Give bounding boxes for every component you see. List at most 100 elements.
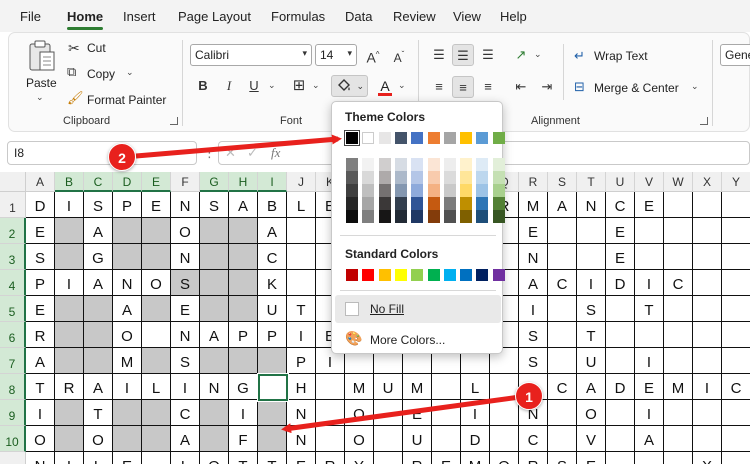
cell-x8[interactable]: I [693, 374, 722, 400]
cell-a4[interactable]: P [26, 270, 55, 296]
theme-shade-swatch[interactable] [411, 171, 424, 184]
row-header-6[interactable]: 6 [0, 322, 26, 348]
cell-i2[interactable]: A [258, 218, 287, 244]
cell-f2[interactable]: O [171, 218, 200, 244]
cell-v9[interactable]: I [635, 400, 664, 426]
cell-x10[interactable] [693, 426, 722, 452]
align-bottom-icon[interactable]: ☰ [477, 44, 499, 66]
cell-d3[interactable] [113, 244, 142, 270]
cell-f11[interactable]: L [171, 452, 200, 464]
row-header-next[interactable] [0, 452, 26, 464]
cell-k9[interactable] [316, 400, 345, 426]
cell-j9[interactable]: N [287, 400, 316, 426]
cell-e5[interactable] [142, 296, 171, 322]
increase-font-size-icon[interactable]: A^ [362, 44, 384, 66]
standard-swatch[interactable] [460, 269, 473, 281]
cell-g11[interactable]: O [200, 452, 229, 464]
column-header-b[interactable]: B [55, 172, 84, 192]
cell-u6[interactable] [606, 322, 635, 348]
cell-h5[interactable] [229, 296, 258, 322]
cell-t5[interactable]: S [577, 296, 606, 322]
cell-x1[interactable] [693, 192, 722, 218]
no-fill-option[interactable]: No Fill [370, 302, 404, 316]
cell-c3[interactable]: G [84, 244, 113, 270]
cell-d7[interactable]: M [113, 348, 142, 374]
column-header-w[interactable]: W [664, 172, 693, 192]
cell-s10[interactable] [548, 426, 577, 452]
cell-b8[interactable]: R [55, 374, 84, 400]
cell-d6[interactable]: O [113, 322, 142, 348]
cell-c8[interactable]: A [84, 374, 113, 400]
cell-s9[interactable] [548, 400, 577, 426]
cell-i6[interactable]: P [258, 322, 287, 348]
enter-icon[interactable]: ✓ [247, 145, 258, 161]
cell-h1[interactable]: A [229, 192, 258, 218]
tab-data[interactable]: Data [345, 9, 372, 24]
theme-shade-swatch[interactable] [346, 210, 358, 223]
paste-icon[interactable] [27, 40, 57, 74]
cell-h6[interactable]: P [229, 322, 258, 348]
theme-shade-swatch[interactable] [427, 171, 440, 184]
cell-n9[interactable]: E [403, 400, 432, 426]
number-format-combo[interactable]: Gene [720, 44, 750, 66]
cell-g10[interactable] [200, 426, 229, 452]
cell-x4[interactable] [693, 270, 722, 296]
cell-y10[interactable] [722, 426, 750, 452]
column-header-r[interactable]: R [519, 172, 548, 192]
cell-x7[interactable] [693, 348, 722, 374]
cell-i10[interactable] [258, 426, 287, 452]
cell-s7[interactable] [548, 348, 577, 374]
cell-d4[interactable]: N [113, 270, 142, 296]
standard-swatch[interactable] [411, 269, 424, 281]
column-header-d[interactable]: D [113, 172, 142, 192]
theme-shade-swatch[interactable] [476, 210, 489, 223]
cell-d2[interactable] [113, 218, 142, 244]
theme-shade-swatch[interactable] [492, 184, 505, 197]
cell-w6[interactable] [664, 322, 693, 348]
theme-shade-swatch[interactable] [427, 197, 440, 210]
cell-t1[interactable]: N [577, 192, 606, 218]
cell-e4[interactable]: O [142, 270, 171, 296]
name-box[interactable]: I8 [7, 141, 197, 165]
cell-g3[interactable] [200, 244, 229, 270]
cell-o8[interactable] [432, 374, 461, 400]
cell-q11[interactable]: O [490, 452, 519, 464]
standard-swatch[interactable] [394, 269, 407, 281]
cell-s8[interactable]: C [548, 374, 577, 400]
theme-shade-swatch[interactable] [411, 197, 424, 210]
cell-y3[interactable] [722, 244, 750, 270]
cell-e3[interactable] [142, 244, 171, 270]
paste-button[interactable]: Paste [26, 76, 57, 90]
cell-c4[interactable]: A [84, 270, 113, 296]
cell-x6[interactable] [693, 322, 722, 348]
cell-a3[interactable]: S [26, 244, 55, 270]
cell-h7[interactable] [229, 348, 258, 374]
row-header-3[interactable]: 3 [0, 244, 26, 270]
theme-shade-swatch[interactable] [362, 210, 375, 223]
cell-v2[interactable] [635, 218, 664, 244]
decrease-font-size-icon[interactable]: Aˇ [388, 44, 410, 66]
theme-shade-swatch[interactable] [394, 184, 407, 197]
cell-d1[interactable]: P [113, 192, 142, 218]
cell-x5[interactable] [693, 296, 722, 322]
no-fill-row[interactable] [335, 295, 501, 323]
cell-t11[interactable]: E [577, 452, 606, 464]
more-colors-option[interactable]: More Colors... [370, 333, 445, 347]
cell-j4[interactable] [287, 270, 316, 296]
cell-e6[interactable] [142, 322, 171, 348]
cell-i9[interactable] [258, 400, 287, 426]
theme-shade-swatch[interactable] [411, 210, 424, 223]
cell-b9[interactable] [55, 400, 84, 426]
cell-u4[interactable]: D [606, 270, 635, 296]
cell-e1[interactable]: E [142, 192, 171, 218]
tab-formulas[interactable]: Formulas [271, 9, 325, 24]
cell-b3[interactable] [55, 244, 84, 270]
cell-v11[interactable] [635, 452, 664, 464]
cell-f1[interactable]: N [171, 192, 200, 218]
column-header-s[interactable]: S [548, 172, 577, 192]
cell-n8[interactable]: M [403, 374, 432, 400]
cell-g4[interactable] [200, 270, 229, 296]
tab-home[interactable]: Home [67, 9, 103, 24]
cell-u5[interactable] [606, 296, 635, 322]
column-header-t[interactable]: T [577, 172, 606, 192]
